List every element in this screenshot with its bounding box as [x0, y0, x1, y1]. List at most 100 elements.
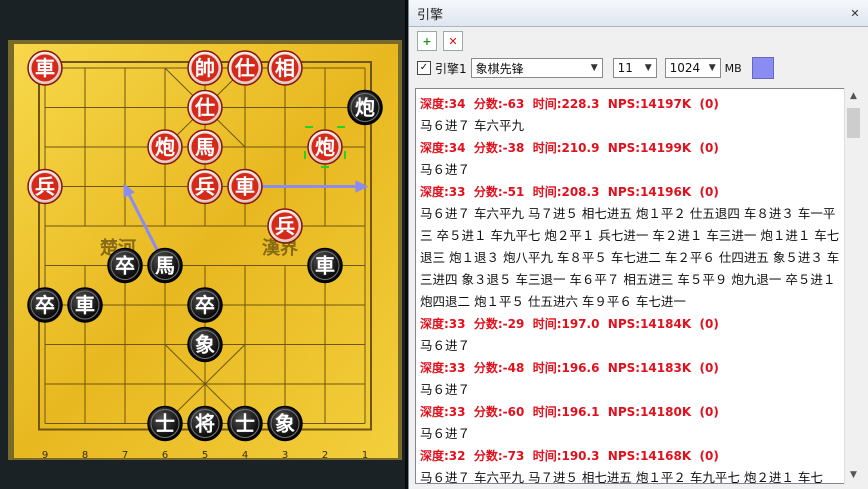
red-piece[interactable]: 相 — [267, 50, 303, 86]
add-engine-icon[interactable]: + — [417, 31, 437, 51]
piece-label: 炮 — [355, 96, 375, 120]
analysis-entry: 深度:33 分数:-29 时间:197.0 NPS:14184K (0) 马６进７ — [420, 313, 844, 357]
red-piece[interactable]: 帥 — [187, 50, 223, 86]
hash-value: 1024 — [669, 61, 701, 75]
engine-panel: 引擎 ✕ + ✕ ✓ 引擎1 象棋先锋 ▼ 11 ▼ 1024 ▼ MB 深度:34 … — [408, 0, 868, 489]
analysis-entry: 深度:33 分数:-48 时间:196.6 NPS:14183K (0) 马６进７ — [420, 357, 844, 401]
file-number: 1 — [362, 450, 368, 461]
piece-label: 車 — [235, 175, 255, 199]
analysis-moves: 马６进７ — [420, 426, 471, 441]
analysis-entry: 深度:33 分数:-60 时间:196.1 NPS:14180K (0) 马６进７ — [420, 401, 844, 445]
piece-label: 将 — [195, 412, 215, 436]
black-piece[interactable]: 車 — [307, 247, 343, 284]
threads-select[interactable]: 11 ▼ — [612, 58, 657, 78]
engine-select[interactable]: 象棋先锋 ▼ — [470, 58, 603, 78]
analysis-entry: 深度:33 分数:-51 时间:208.3 NPS:14196K (0) 马６进７… — [420, 181, 844, 313]
engine-color-swatch[interactable] — [751, 57, 774, 79]
analysis-header: 深度:33 分数:-60 时间:196.1 NPS:14180K (0) — [420, 405, 719, 419]
scroll-up-icon[interactable]: ▲ — [845, 88, 862, 105]
chevron-down-icon: ▼ — [708, 63, 716, 73]
piece-label: 卒 — [115, 254, 135, 278]
analysis-header: 深度:33 分数:-51 时间:208.3 NPS:14196K (0) — [420, 185, 719, 199]
black-piece[interactable]: 卒 — [27, 287, 63, 323]
piece-label: 帥 — [195, 56, 215, 80]
engine-settings-row: ✓ 引擎1 象棋先锋 ▼ 11 ▼ 1024 ▼ MB — [409, 55, 868, 81]
xiangqi-board[interactable]: 楚河 漢界 987654321 車帥仕相仕炮馬炮兵兵車兵炮卒馬車卒車卒象士将士象 — [0, 0, 405, 489]
piece-label: 車 — [75, 293, 95, 317]
black-piece[interactable]: 馬 — [147, 247, 183, 284]
red-piece[interactable]: 車 — [227, 168, 263, 205]
black-piece[interactable]: 炮 — [347, 89, 383, 126]
analysis-moves: 马６进７ 车六平九 马７进５ 相七进五 炮１平２ 车九平七 炮２进１ 车七 — [420, 470, 823, 484]
red-piece[interactable]: 兵 — [267, 208, 303, 244]
red-piece[interactable]: 炮 — [307, 129, 343, 165]
piece-label: 兵 — [35, 175, 55, 199]
engine-enable-checkbox[interactable]: ✓ — [417, 61, 431, 75]
remove-engine-icon[interactable]: ✕ — [443, 31, 463, 51]
scroll-down-icon[interactable]: ▼ — [845, 467, 862, 484]
piece-label: 馬 — [195, 135, 215, 159]
analysis-moves: 马６进７ 车六平九 马７进５ 相七进五 炮１平２ 仕五退四 车８进３ 车一平三 … — [420, 206, 840, 309]
piece-label: 仕 — [194, 96, 215, 120]
engine-label: 引擎1 — [435, 61, 467, 76]
piece-label: 象 — [195, 333, 215, 357]
analysis-moves: 马６进７ — [420, 338, 471, 353]
analysis-moves: 马６进７ 车六平九 — [420, 118, 524, 133]
black-piece[interactable]: 士 — [227, 405, 263, 442]
piece-label: 車 — [35, 56, 55, 80]
black-piece[interactable]: 将 — [187, 405, 223, 442]
engine-select-value: 象棋先锋 — [475, 61, 524, 76]
analysis-header: 深度:33 分数:-29 时间:197.0 NPS:14184K (0) — [420, 317, 719, 331]
piece-label: 士 — [155, 412, 175, 436]
chevron-down-icon: ▼ — [590, 63, 598, 73]
black-piece[interactable]: 士 — [147, 405, 183, 442]
scroll-thumb[interactable] — [847, 108, 860, 138]
threads-value: 11 — [617, 61, 633, 75]
analysis-header: 深度:34 分数:-63 时间:228.3 NPS:14197K (0) — [420, 97, 719, 111]
piece-label: 兵 — [275, 214, 295, 238]
piece-label: 相 — [275, 56, 295, 80]
hash-select[interactable]: 1024 ▼ — [664, 58, 721, 78]
piece-label: 炮 — [155, 135, 175, 159]
red-piece[interactable]: 馬 — [187, 129, 223, 165]
analysis-header: 深度:32 分数:-73 时间:190.3 NPS:14168K (0) — [420, 449, 719, 463]
file-number: 3 — [282, 450, 288, 461]
piece-label: 車 — [315, 254, 335, 278]
black-piece[interactable]: 卒 — [187, 287, 223, 323]
red-piece[interactable]: 炮 — [147, 129, 183, 165]
analysis-moves: 马６进７ — [420, 382, 471, 397]
analysis-entry: 深度:34 分数:-38 时间:210.9 NPS:14199K (0) 马６进７ — [420, 137, 844, 181]
red-piece[interactable]: 兵 — [27, 168, 63, 205]
piece-label: 仕 — [234, 56, 255, 80]
close-icon[interactable]: ✕ — [848, 6, 862, 20]
red-piece[interactable]: 車 — [27, 50, 63, 86]
black-piece[interactable]: 象 — [187, 326, 223, 363]
black-piece[interactable]: 卒 — [107, 247, 143, 284]
output-scrollbar[interactable]: ▲ ▼ — [844, 88, 862, 484]
red-piece[interactable]: 兵 — [187, 168, 223, 205]
analysis-output[interactable]: 深度:34 分数:-63 时间:228.3 NPS:14197K (0) 马６进７… — [415, 88, 845, 484]
red-piece[interactable]: 仕 — [227, 50, 263, 86]
analysis-header: 深度:34 分数:-38 时间:210.9 NPS:14199K (0) — [420, 141, 719, 155]
piece-label: 卒 — [195, 293, 215, 317]
chevron-down-icon: ▼ — [644, 63, 652, 73]
black-piece[interactable]: 車 — [67, 287, 103, 323]
black-piece[interactable]: 象 — [267, 405, 303, 442]
analysis-entry: 深度:34 分数:-63 时间:228.3 NPS:14197K (0) 马６进７… — [420, 93, 844, 137]
file-number: 4 — [242, 450, 248, 461]
piece-label: 象 — [275, 412, 295, 436]
file-number: 7 — [122, 450, 128, 461]
file-number: 8 — [82, 450, 88, 461]
analysis-entry: 深度:32 分数:-73 时间:190.3 NPS:14168K (0) 马６进７… — [420, 445, 844, 484]
file-number: 6 — [162, 450, 168, 461]
panel-titlebar: 引擎 ✕ — [409, 0, 868, 27]
file-number: 5 — [202, 450, 208, 461]
file-number: 9 — [42, 450, 48, 461]
file-number: 2 — [322, 450, 328, 461]
red-piece[interactable]: 仕 — [187, 89, 223, 126]
hash-unit: MB — [724, 61, 742, 75]
piece-label: 馬 — [155, 254, 175, 278]
analysis-header: 深度:33 分数:-48 时间:196.6 NPS:14183K (0) — [420, 361, 719, 375]
piece-label: 兵 — [195, 175, 215, 199]
panel-title: 引擎 — [417, 7, 444, 23]
